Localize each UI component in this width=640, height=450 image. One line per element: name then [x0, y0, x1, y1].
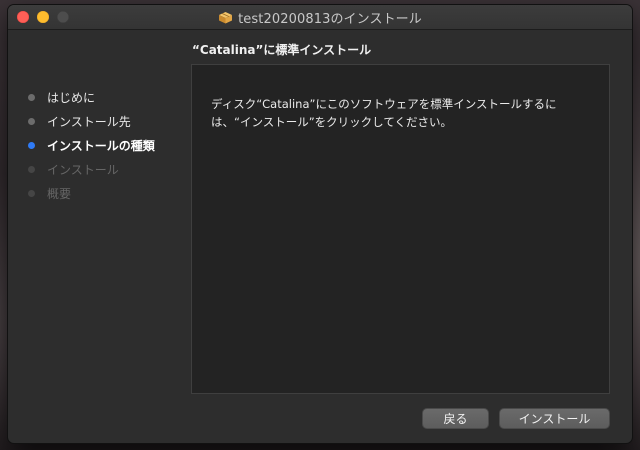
step-item-installation-type: インストールの種類: [28, 133, 188, 157]
description-line-2: は、“インストール”をクリックしてください。: [211, 115, 452, 129]
install-button[interactable]: インストール: [499, 408, 610, 429]
window-title-group: test20200813のインストール: [8, 5, 632, 29]
step-bullet-icon: [28, 117, 35, 125]
installer-steps-list: はじめに インストール先 インストールの種類 インストール 概要: [28, 85, 188, 205]
step-label: インストールの種類: [47, 138, 155, 153]
step-item-destination: インストール先: [28, 109, 188, 133]
window-title: test20200813のインストール: [238, 11, 422, 27]
content-panel: ディスク“Catalina”にこのソフトウェアを標準インストールするに は、“イ…: [191, 64, 610, 394]
back-button[interactable]: 戻る: [422, 408, 489, 429]
step-label: はじめに: [47, 90, 96, 105]
package-icon: [218, 11, 233, 24]
step-bullet-icon: [28, 189, 35, 197]
step-item-introduction: はじめに: [28, 85, 188, 109]
step-current-bullet-icon: [28, 141, 35, 149]
step-item-summary: 概要: [28, 181, 188, 205]
install-description: ディスク“Catalina”にこのソフトウェアを標準インストールするに は、“イ…: [211, 95, 591, 131]
installer-window: test20200813のインストール “Catalina”に標準インストール …: [8, 5, 632, 443]
step-bullet-icon: [28, 165, 35, 173]
step-item-installation: インストール: [28, 157, 188, 181]
title-bar[interactable]: test20200813のインストール: [8, 5, 632, 30]
step-label: インストール: [47, 162, 119, 177]
step-label: 概要: [47, 186, 72, 201]
description-line-1: ディスク“Catalina”にこのソフトウェアを標準インストールするに: [211, 97, 557, 111]
step-bullet-icon: [28, 93, 35, 101]
page-title: “Catalina”に標準インストール: [192, 43, 372, 57]
step-label: インストール先: [47, 114, 131, 129]
